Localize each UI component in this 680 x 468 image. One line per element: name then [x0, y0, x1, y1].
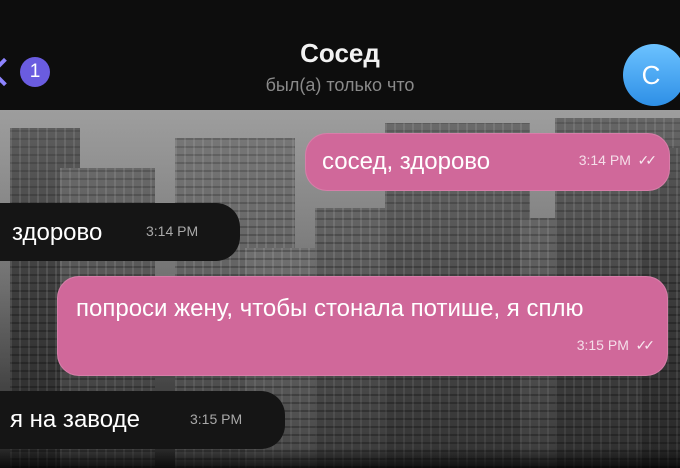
message-time: 3:15 PM	[190, 411, 243, 427]
avatar[interactable]: С	[623, 44, 680, 106]
bottom-shadow	[0, 448, 680, 468]
outgoing-message[interactable]: попроси жену, чтобы стонала потише, я сп…	[57, 276, 668, 376]
message-time: 3:14 PM	[146, 223, 199, 239]
message-text: попроси жену, чтобы стонала потише, я сп…	[76, 295, 584, 322]
message-text: я на заводе	[10, 406, 140, 433]
avatar-letter: С	[641, 59, 661, 90]
message-text: здорово	[12, 219, 103, 246]
read-ticks-icon: ✓✓	[637, 152, 658, 168]
read-ticks-icon: ✓✓	[635, 337, 656, 353]
message-time: 3:15 PM	[576, 337, 629, 353]
message-meta: 3:15 PM ✓✓	[576, 327, 656, 361]
message-time: 3:14 PM	[578, 152, 631, 168]
message-text: сосед, здорово	[322, 148, 491, 175]
last-seen-status: был(а) только что	[265, 75, 415, 95]
message-meta: 3:14 PM ✓✓	[578, 142, 658, 176]
incoming-message[interactable]: здорово 3:14 PM	[0, 203, 240, 261]
message-meta: 3:14 PM	[146, 213, 198, 247]
chat-header: 1 Сосед был(а) только что С	[0, 0, 680, 110]
message-meta: 3:15 PM	[190, 401, 242, 435]
contact-name: Сосед	[300, 38, 380, 68]
outgoing-message[interactable]: сосед, здорово 3:14 PM ✓✓	[305, 133, 670, 191]
chat-title-area[interactable]: Сосед был(а) только что	[0, 38, 680, 96]
incoming-message[interactable]: я на заводе 3:15 PM	[0, 391, 285, 449]
